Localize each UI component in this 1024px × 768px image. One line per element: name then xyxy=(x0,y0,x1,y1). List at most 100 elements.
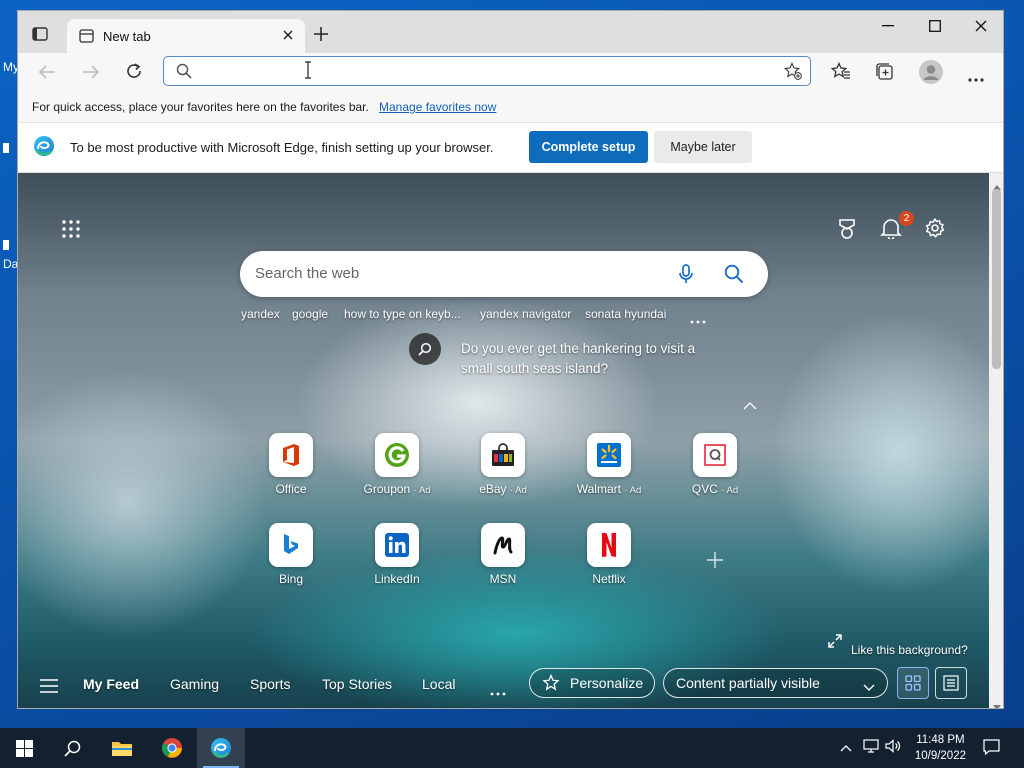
search-icon xyxy=(63,740,80,757)
tile-office[interactable]: Office xyxy=(251,433,331,496)
hamburger-menu-icon[interactable] xyxy=(40,679,58,696)
more-quick-links-icon[interactable] xyxy=(690,312,706,327)
scrollbar-thumb[interactable] xyxy=(992,189,1001,369)
tile-bing[interactable]: Bing xyxy=(251,523,331,586)
new-tab-button[interactable] xyxy=(314,27,328,44)
setup-message: To be most productive with Microsoft Edg… xyxy=(70,140,494,155)
add-favorite-icon[interactable] xyxy=(783,62,802,83)
page-scrollbar[interactable] xyxy=(989,173,1003,708)
quick-link[interactable]: google xyxy=(292,307,328,321)
windows-logo-icon xyxy=(15,739,33,757)
address-input[interactable] xyxy=(200,61,764,83)
taskbar-search-button[interactable] xyxy=(48,728,96,768)
bing-icon xyxy=(269,523,313,567)
search-submit-icon[interactable] xyxy=(724,264,744,287)
tile-label: Office xyxy=(275,482,307,496)
tile-ad-tag: · Ad xyxy=(624,485,642,496)
scroll-down-icon[interactable] xyxy=(993,698,1001,708)
close-window-button[interactable] xyxy=(958,11,1003,41)
tile-msn[interactable]: MSN xyxy=(463,523,543,586)
web-search-box[interactable]: Search the web xyxy=(240,251,768,297)
profile-avatar[interactable] xyxy=(919,60,943,87)
maximize-button[interactable] xyxy=(912,11,958,41)
tile-label: Netflix xyxy=(592,572,626,586)
start-button[interactable] xyxy=(0,728,48,768)
grid-view-button[interactable] xyxy=(897,667,929,699)
quick-link[interactable]: yandex navigator xyxy=(480,307,571,321)
desktop-icon[interactable] xyxy=(3,240,9,250)
forward-button[interactable] xyxy=(82,64,100,83)
tile-groupon[interactable]: Groupon · Ad xyxy=(357,433,437,496)
new-tab-page-icon xyxy=(79,29,94,46)
volume-icon[interactable] xyxy=(885,739,901,756)
more-options-icon[interactable] xyxy=(968,70,984,85)
background-prompt[interactable]: Do you ever get the hankering to visit a… xyxy=(461,339,695,379)
close-tab-icon[interactable] xyxy=(282,29,294,44)
microphone-icon[interactable] xyxy=(679,264,693,287)
tile-netflix[interactable]: Netflix xyxy=(569,523,649,586)
title-bar: New tab xyxy=(18,11,1003,53)
office-icon xyxy=(269,433,313,477)
tile-label: QVC xyxy=(691,482,718,496)
back-button[interactable] xyxy=(38,64,56,83)
tile-label: Groupon xyxy=(363,482,411,496)
ebay-icon xyxy=(481,433,525,477)
edge-taskbar-button[interactable] xyxy=(197,728,245,768)
tab-new-tab[interactable]: New tab xyxy=(67,19,305,53)
feed-tab-my-feed[interactable]: My Feed xyxy=(83,676,139,692)
refresh-button[interactable] xyxy=(125,62,143,83)
personalize-label: Personalize xyxy=(570,675,644,691)
navigation-toolbar xyxy=(18,53,1003,91)
setup-infobar: To be most productive with Microsoft Edg… xyxy=(18,123,1003,173)
more-feed-tabs-icon[interactable] xyxy=(490,684,506,699)
complete-setup-button[interactable]: Complete setup xyxy=(529,131,648,163)
tile-linkedin[interactable]: LinkedIn xyxy=(357,523,437,586)
system-clock[interactable]: 11:48 PM 10/9/2022 xyxy=(915,732,966,764)
feed-tab-local[interactable]: Local xyxy=(422,676,455,692)
address-bar[interactable] xyxy=(163,56,811,86)
maybe-later-button[interactable]: Maybe later xyxy=(654,131,752,163)
minimize-button[interactable] xyxy=(865,11,911,41)
manage-favorites-link[interactable]: Manage favorites now xyxy=(379,100,496,114)
folder-icon xyxy=(112,742,132,756)
quick-link[interactable]: how to type on keyb... xyxy=(344,307,461,321)
file-explorer-button[interactable] xyxy=(98,728,146,768)
collapse-chevron-icon[interactable] xyxy=(743,398,757,413)
apps-launcher-icon[interactable] xyxy=(62,220,80,241)
collections-icon[interactable] xyxy=(875,62,894,84)
tile-walmart[interactable]: Walmart · Ad xyxy=(569,433,649,496)
tab-title: New tab xyxy=(103,29,151,44)
show-hidden-icons-chevron[interactable] xyxy=(840,740,852,755)
clock-time: 11:48 PM xyxy=(916,734,965,746)
like-background-link[interactable]: Like this background? xyxy=(851,643,968,657)
background-prompt-line: Do you ever get the hankering to visit a xyxy=(461,341,696,356)
feed-tab-top-stories[interactable]: Top Stories xyxy=(322,676,392,692)
feed-tab-gaming[interactable]: Gaming xyxy=(170,676,219,692)
notification-center-icon[interactable] xyxy=(983,739,1000,758)
tile-qvc[interactable]: QVC · Ad xyxy=(675,433,755,496)
personalize-button[interactable]: Personalize xyxy=(529,668,655,698)
desktop-icon[interactable] xyxy=(3,143,9,153)
qvc-icon xyxy=(693,433,737,477)
background-search-icon[interactable] xyxy=(409,333,441,365)
list-view-button[interactable] xyxy=(935,667,967,699)
edge-window: New tab For quick access, place your fav… xyxy=(17,10,1004,709)
edge-icon xyxy=(211,738,231,758)
rewards-icon[interactable] xyxy=(837,218,857,243)
add-shortcut-icon[interactable] xyxy=(707,552,723,571)
grid-view-icon xyxy=(905,675,921,691)
quick-link[interactable]: sonata hyundai xyxy=(585,307,666,321)
settings-gear-icon[interactable] xyxy=(925,218,945,241)
expand-background-icon[interactable] xyxy=(828,634,842,651)
feed-tab-sports[interactable]: Sports xyxy=(250,676,290,692)
tab-actions-icon[interactable] xyxy=(32,27,48,44)
quick-link[interactable]: yandex xyxy=(241,307,280,321)
chrome-button[interactable] xyxy=(148,728,196,768)
tile-ad-tag: · Ad xyxy=(509,485,527,496)
favorites-icon[interactable] xyxy=(830,61,851,83)
content-visibility-dropdown[interactable]: Content partially visible xyxy=(663,668,888,698)
new-tab-page: 2 Search the web yandex google how to ty… xyxy=(18,173,989,708)
tile-ebay[interactable]: eBay · Ad xyxy=(463,433,543,496)
clock-date: 10/9/2022 xyxy=(914,750,966,762)
network-icon[interactable] xyxy=(863,739,879,756)
